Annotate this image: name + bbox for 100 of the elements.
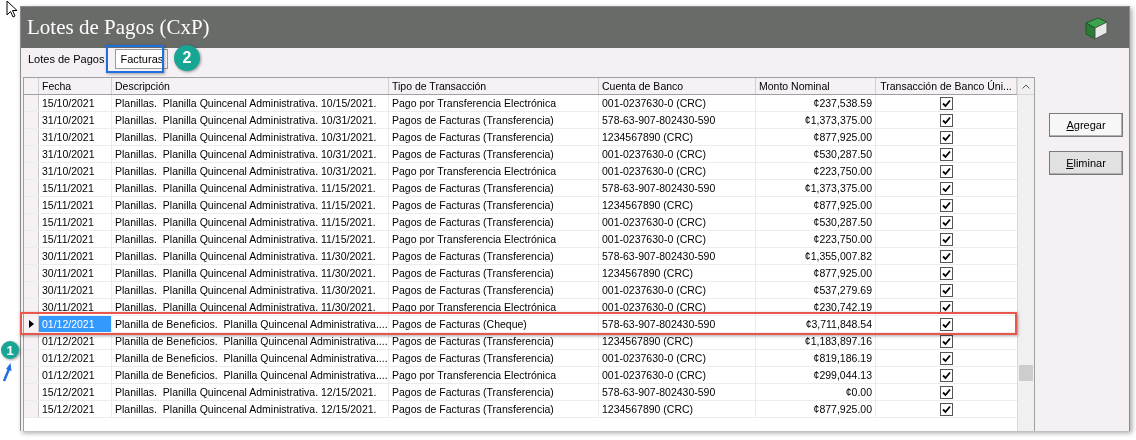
column-header[interactable]: Monto Nominal (756, 78, 876, 94)
pointer-icon (6, 0, 18, 18)
table-cell: 578-63-907-802430-590 (599, 384, 756, 400)
checkbox[interactable] (940, 113, 953, 127)
checkbox[interactable] (940, 130, 953, 144)
table-cell: ¢1,373,375.00 (756, 112, 876, 128)
table-cell: 578-63-907-802430-590 (599, 316, 756, 332)
table-cell: 1234567890 (CRC) (599, 265, 756, 281)
table-cell: ¢0.00 (756, 384, 876, 400)
table-cell: Pagos de Facturas (Transferencia) (389, 180, 599, 196)
table-cell: ¢1,355,007.82 (756, 248, 876, 264)
table-cell: Pagos de Facturas (Transferencia) (389, 384, 599, 400)
table-cell: Planilla de Beneficios. Planilla Quincenal Administrativa.... (112, 350, 389, 366)
table-cell: ¢1,183,897.16 (756, 333, 876, 349)
table-cell: 001-0237630-0 (CRC) (599, 95, 756, 111)
table-cell: 001-0237630-0 (CRC) (599, 214, 756, 230)
table-cell: 01/12/2021 (39, 367, 112, 383)
checkbox[interactable] (940, 266, 953, 280)
checkbox[interactable] (940, 317, 953, 331)
tab[interactable]: Lotes de Pagos (23, 49, 110, 69)
action-button[interactable]: Eliminar (1049, 151, 1123, 175)
table-cell: 31/10/2021 (39, 163, 112, 179)
table-cell: ¢299,044.13 (756, 367, 876, 383)
tab[interactable]: Facturas (115, 49, 169, 69)
table-cell: 15/11/2021 (39, 197, 112, 213)
table-cell: Pago por Transferencia Electrónica (389, 95, 599, 111)
row-header[interactable] (24, 316, 39, 332)
column-header[interactable]: Tipo de Transacción (389, 78, 599, 94)
table-cell: 001-0237630-0 (CRC) (599, 163, 756, 179)
checkbox[interactable] (940, 198, 953, 212)
table-cell: Pagos de Facturas (Transferencia) (389, 333, 599, 349)
table-cell: Planillas. Planilla Quincenal Administrativa. 11/30/2021. (112, 248, 389, 264)
table-cell: 001-0237630-0 (CRC) (599, 282, 756, 298)
table-cell: ¢877,925.00 (756, 401, 876, 417)
table-cell: 31/10/2021 (39, 146, 112, 162)
checkbox[interactable] (940, 283, 953, 297)
table-cell: Planillas. Planilla Quincenal Administrativa. 11/30/2021. (112, 265, 389, 281)
column-header[interactable]: Descripción (112, 78, 389, 94)
checkbox[interactable] (940, 351, 953, 365)
table-cell: 01/12/2021 (39, 316, 112, 332)
column-header[interactable]: Fecha (39, 78, 112, 94)
checkbox[interactable] (940, 215, 953, 229)
table-cell: 15/10/2021 (39, 95, 112, 111)
table-cell: 01/12/2021 (39, 350, 112, 366)
table-cell: Pago por Transferencia Electrónica (389, 367, 599, 383)
table-cell: Planillas. Planilla Quincenal Administrativa. 11/30/2021. (112, 282, 389, 298)
column-header[interactable]: Cuenta de Banco (599, 78, 756, 94)
checkbox[interactable] (940, 181, 953, 195)
table-cell: Pagos de Facturas (Transferencia) (389, 129, 599, 145)
table-cell: Pagos de Facturas (Transferencia) (389, 146, 599, 162)
table-cell: 01/12/2021 (39, 333, 112, 349)
table-cell: 001-0237630-0 (CRC) (599, 367, 756, 383)
highlight-frame (106, 45, 164, 73)
table-cell: ¢237,538.59 (756, 95, 876, 111)
table-cell: ¢530,287.50 (756, 214, 876, 230)
table-cell: Pagos de Facturas (Transferencia) (389, 401, 599, 417)
table-cell: ¢877,925.00 (756, 265, 876, 281)
table-cell: 15/12/2021 (39, 401, 112, 417)
step-badge: 1 (1, 341, 19, 359)
table-cell: 001-0237630-0 (CRC) (599, 231, 756, 247)
table-cell: ¢877,925.00 (756, 197, 876, 213)
table-cell: Planillas. Planilla Quincenal Administrativa. 11/30/2021. (112, 299, 389, 315)
table-cell: Planilla de Beneficios. Planilla Quincenal Administrativa.... (112, 316, 389, 332)
scrollbar[interactable] (1017, 78, 1034, 431)
current-row-icon (28, 320, 34, 328)
checkbox[interactable] (940, 147, 953, 161)
table-cell: Pagos de Facturas (Cheque) (389, 316, 599, 332)
table-cell: ¢819,186.19 (756, 350, 876, 366)
checkbox[interactable] (940, 385, 953, 399)
checkbox[interactable] (940, 232, 953, 246)
table-cell: Planillas. Planilla Quincenal Administrativa. 10/31/2021. (112, 146, 389, 162)
checkbox[interactable] (940, 96, 953, 110)
table-cell: Pagos de Facturas (Transferencia) (389, 350, 599, 366)
checkbox[interactable] (940, 164, 953, 178)
checkbox[interactable] (940, 368, 953, 382)
table-cell: 30/11/2021 (39, 248, 112, 264)
arrow-icon (2, 362, 12, 382)
table-cell: 578-63-907-802430-590 (599, 180, 756, 196)
table-cell: Planillas. Planilla Quincenal Administrativa. 11/15/2021. (112, 214, 389, 230)
scroll-thumb[interactable] (1019, 365, 1033, 381)
table-cell: 15/11/2021 (39, 214, 112, 230)
table-cell: 578-63-907-802430-590 (599, 248, 756, 264)
table-cell: 15/12/2021 (39, 384, 112, 400)
table-cell: 001-0237630-0 (CRC) (599, 146, 756, 162)
table-cell: 1234567890 (CRC) (599, 401, 756, 417)
table-cell: Pagos de Facturas (Transferencia) (389, 112, 599, 128)
checkbox[interactable] (940, 249, 953, 263)
table-cell: Planillas. Planilla Quincenal Administrativa. 10/31/2021. (112, 129, 389, 145)
table-cell: 15/11/2021 (39, 231, 112, 247)
table-cell: Pago por Transferencia Electrónica (389, 231, 599, 247)
table-cell: 31/10/2021 (39, 129, 112, 145)
table-cell: Pagos de Facturas (Transferencia) (389, 282, 599, 298)
table-cell: ¢230,742.19 (756, 299, 876, 315)
checkbox[interactable] (940, 402, 953, 416)
action-button[interactable]: Agregar (1049, 113, 1123, 137)
table-cell: 578-63-907-802430-590 (599, 112, 756, 128)
table-cell: 30/11/2021 (39, 282, 112, 298)
table-cell: Planillas. Planilla Quincenal Administrativa. 10/15/2021. (112, 95, 389, 111)
table-cell: Planillas. Planilla Quincenal Administrativa. 12/15/2021. (112, 401, 389, 417)
table-cell: Pago por Transferencia Electrónica (389, 299, 599, 315)
